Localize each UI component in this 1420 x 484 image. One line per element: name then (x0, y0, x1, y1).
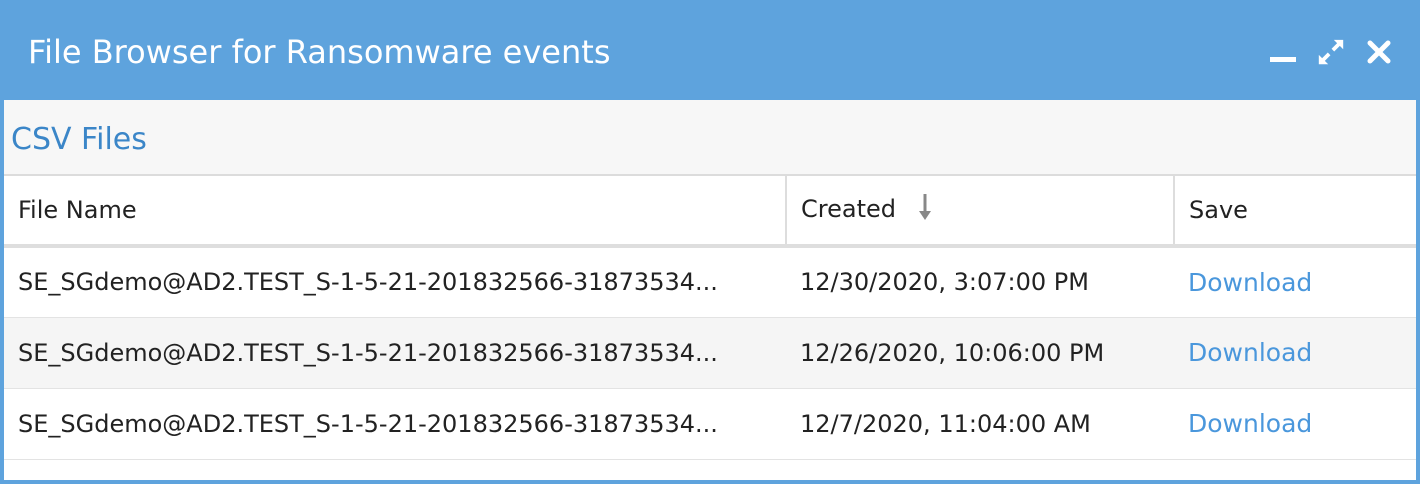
window-content: CSV Files File Name Created Save SE_SGde… (4, 100, 1416, 480)
table-header-row: File Name Created Save (4, 176, 1416, 248)
column-header-label: Save (1189, 196, 1248, 224)
created-cell: 12/26/2020, 10:06:00 PM (786, 317, 1174, 389)
created-date: 12/26/2020, 10:06:00 PM (800, 338, 1105, 367)
table-body: SE_SGdemo@AD2.TEST_S-1-5-21-201832566-31… (4, 246, 1416, 460)
expand-icon[interactable] (1316, 37, 1346, 67)
created-date: 12/7/2020, 11:04:00 AM (800, 409, 1091, 438)
csv-files-table: File Name Created Save SE_SGdemo@AD2.TES… (4, 176, 1416, 460)
file-browser-window: File Browser for Ransomware events CSV F… (0, 0, 1420, 484)
file-name-cell: SE_SGdemo@AD2.TEST_S-1-5-21-201832566-31… (4, 246, 786, 318)
sort-down-arrow-icon[interactable] (918, 193, 932, 227)
file-name-cell: SE_SGdemo@AD2.TEST_S-1-5-21-201832566-31… (4, 317, 786, 389)
section-title: CSV Files (11, 122, 147, 157)
table-row[interactable]: SE_SGdemo@AD2.TEST_S-1-5-21-201832566-31… (4, 246, 1416, 318)
save-cell: Download (1174, 246, 1416, 318)
column-header-created[interactable]: Created (785, 176, 1174, 248)
section-header: CSV Files (4, 100, 1416, 176)
download-link[interactable]: Download (1188, 268, 1312, 297)
column-header-file-name[interactable]: File Name (4, 176, 786, 248)
column-header-label: File Name (18, 196, 137, 224)
file-name: SE_SGdemo@AD2.TEST_S-1-5-21-201832566-31… (18, 338, 718, 367)
save-cell: Download (1174, 317, 1416, 389)
table-row[interactable]: SE_SGdemo@AD2.TEST_S-1-5-21-201832566-31… (4, 388, 1416, 460)
minimize-icon[interactable] (1268, 37, 1298, 67)
save-cell: Download (1174, 388, 1416, 460)
created-cell: 12/30/2020, 3:07:00 PM (786, 246, 1174, 318)
column-header-label: Created (801, 195, 896, 223)
window-titlebar[interactable]: File Browser for Ransomware events (0, 0, 1420, 100)
file-name: SE_SGdemo@AD2.TEST_S-1-5-21-201832566-31… (18, 409, 718, 438)
download-link[interactable]: Download (1188, 338, 1312, 367)
table-header: File Name Created Save (4, 176, 1416, 248)
table-row[interactable]: SE_SGdemo@AD2.TEST_S-1-5-21-201832566-31… (4, 317, 1416, 389)
download-link[interactable]: Download (1188, 409, 1312, 438)
column-header-save[interactable]: Save (1173, 176, 1416, 248)
window-controls (1268, 34, 1394, 70)
file-name: SE_SGdemo@AD2.TEST_S-1-5-21-201832566-31… (18, 268, 718, 297)
close-icon[interactable] (1364, 37, 1394, 67)
file-name-cell: SE_SGdemo@AD2.TEST_S-1-5-21-201832566-31… (4, 388, 786, 460)
window-title: File Browser for Ransomware events (28, 33, 611, 71)
created-date: 12/30/2020, 3:07:00 PM (800, 268, 1089, 297)
created-cell: 12/7/2020, 11:04:00 AM (786, 388, 1174, 460)
